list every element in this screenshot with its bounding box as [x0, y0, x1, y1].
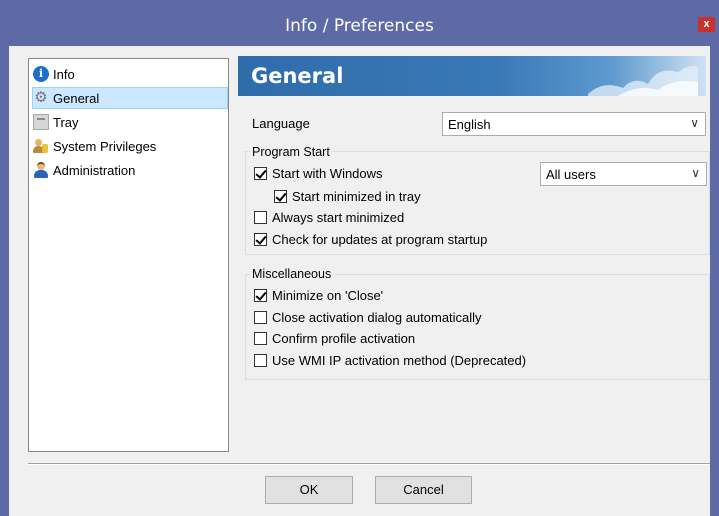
program-start-legend: Program Start	[250, 145, 332, 159]
window-frame-left	[0, 46, 9, 516]
checkbox-label: Confirm profile activation	[272, 331, 416, 346]
tray-icon	[33, 114, 49, 130]
nav-item-label: System Privileges	[53, 138, 157, 154]
section-title: General	[251, 64, 344, 88]
info-icon: i	[33, 66, 49, 82]
minimize-on-close-checkbox[interactable]: Minimize on 'Close'	[254, 288, 383, 303]
nav-item-system-privileges[interactable]: System Privileges	[33, 135, 229, 157]
language-select-value: English	[448, 117, 491, 132]
preferences-window: Info / Preferences x i Info ⚙ General Tr…	[0, 0, 719, 516]
privileges-icon	[33, 138, 49, 154]
confirm-profile-activation-checkbox[interactable]: Confirm profile activation	[254, 331, 415, 346]
checkbox-label: Check for updates at program startup	[272, 232, 488, 247]
wmi-ip-activation-checkbox[interactable]: Use WMI IP activation method (Deprecated…	[254, 353, 526, 368]
admin-user-icon	[33, 162, 49, 178]
nav-item-label: Administration	[53, 162, 136, 178]
nav-item-tray[interactable]: Tray	[33, 111, 229, 133]
title-bar[interactable]: Info / Preferences x	[0, 0, 719, 46]
nav-item-label: Info	[53, 66, 75, 82]
checkbox-box[interactable]	[254, 211, 267, 224]
checkbox-label: Start minimized in tray	[292, 189, 421, 204]
checkbox-label: Close activation dialog automatically	[272, 310, 482, 325]
checkbox-label: Always start minimized	[272, 210, 405, 225]
close-button[interactable]: x	[698, 17, 715, 32]
dialog-body: i Info ⚙ General Tray System Privileges …	[9, 46, 710, 516]
miscellaneous-legend: Miscellaneous	[250, 267, 334, 281]
nav-item-general[interactable]: ⚙ General	[32, 87, 228, 109]
settings-nav-tree[interactable]: i Info ⚙ General Tray System Privileges …	[28, 58, 229, 452]
checkbox-box[interactable]	[254, 311, 267, 324]
chevron-down-icon: ∨	[691, 166, 700, 180]
checkbox-box[interactable]	[254, 354, 267, 367]
gear-icon: ⚙	[34, 89, 48, 106]
ok-button[interactable]: OK	[265, 476, 353, 504]
always-start-minimized-checkbox[interactable]: Always start minimized	[254, 210, 404, 225]
start-with-windows-checkbox[interactable]: Start with Windows	[254, 166, 383, 181]
check-updates-checkbox[interactable]: Check for updates at program startup	[254, 232, 487, 247]
cloud-decoration-icon	[588, 65, 698, 96]
checkbox-label: Use WMI IP activation method (Deprecated…	[272, 353, 527, 368]
checkbox-label: Minimize on 'Close'	[272, 288, 384, 303]
section-banner: General	[238, 56, 706, 96]
checkbox-box[interactable]	[254, 233, 267, 246]
window-title: Info / Preferences	[285, 16, 434, 36]
nav-item-label: General	[53, 90, 100, 106]
checkbox-box[interactable]	[274, 190, 287, 203]
language-label: Language	[252, 116, 310, 131]
footer-divider	[28, 463, 710, 465]
checkbox-box[interactable]	[254, 332, 267, 345]
nav-item-label: Tray	[53, 114, 79, 130]
language-select[interactable]: English ∨	[442, 112, 706, 136]
chevron-down-icon: ∨	[690, 116, 699, 130]
users-select-value: All users	[546, 167, 596, 182]
cancel-button[interactable]: Cancel	[375, 476, 472, 504]
window-frame-right	[710, 46, 719, 516]
nav-item-info[interactable]: i Info	[33, 63, 229, 85]
close-activation-dialog-checkbox[interactable]: Close activation dialog automatically	[254, 310, 482, 325]
start-minimized-tray-checkbox[interactable]: Start minimized in tray	[274, 189, 421, 204]
users-select[interactable]: All users ∨	[540, 162, 707, 186]
checkbox-box[interactable]	[254, 289, 267, 302]
checkbox-label: Start with Windows	[272, 166, 383, 181]
checkbox-box[interactable]	[254, 167, 267, 180]
nav-item-administration[interactable]: Administration	[33, 159, 229, 181]
